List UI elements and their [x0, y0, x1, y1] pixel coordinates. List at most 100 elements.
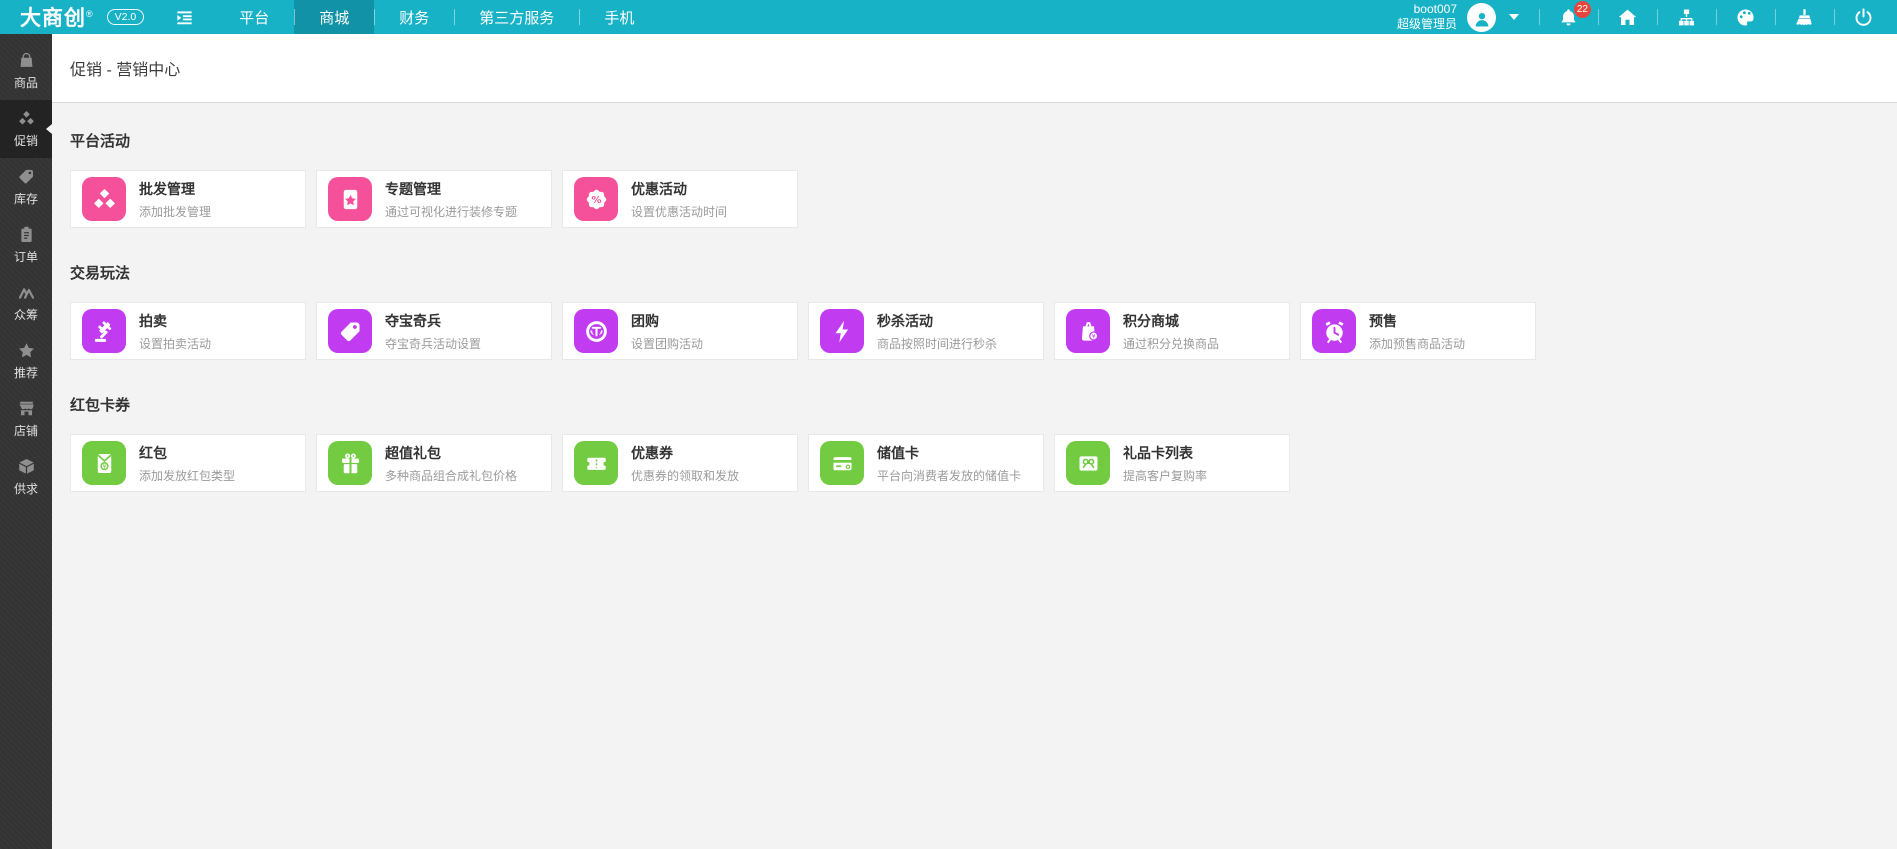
card-title: 批发管理 — [139, 179, 211, 199]
user-name: boot007 — [1397, 2, 1457, 17]
registered-mark: ® — [86, 9, 94, 19]
card-red-packet[interactable]: 红包 添加发放红包类型 — [70, 434, 306, 492]
topbar: 大商创® V2.0 平台商城财务第三方服务手机 boot007 超级管理员 22 — [0, 0, 1897, 34]
version-badge: V2.0 — [107, 9, 145, 26]
card-title: 团购 — [631, 311, 703, 331]
card-value-pack[interactable]: 超值礼包 多种商品组合成礼包价格 — [316, 434, 552, 492]
percent-icon — [583, 186, 610, 213]
card-treasure[interactable]: 夺宝奇兵 夺宝奇兵活动设置 — [316, 302, 552, 360]
store-icon — [17, 399, 36, 418]
power-icon — [1853, 7, 1874, 28]
pointsbag-icon — [1075, 318, 1102, 345]
palette-button[interactable] — [1716, 0, 1775, 34]
card-title: 预售 — [1369, 311, 1465, 331]
card-auction[interactable]: 拍卖 设置拍卖活动 — [70, 302, 306, 360]
card-desc: 夺宝奇兵活动设置 — [385, 335, 481, 352]
sidebar-toggle-button[interactable] — [172, 5, 196, 29]
palette-icon — [1735, 7, 1756, 28]
card-wholesale[interactable]: 批发管理 添加批发管理 — [70, 170, 306, 228]
cubes-icon — [91, 186, 118, 213]
card-title: 拍卖 — [139, 311, 211, 331]
card-desc: 添加批发管理 — [139, 203, 211, 220]
bolt-icon-box — [820, 309, 864, 353]
card-desc: 提高客户复购率 — [1123, 467, 1207, 484]
section: 交易玩法 拍卖 设置拍卖活动 夺宝奇兵 夺宝奇兵活动设置 团购 设置团购活动 秒… — [70, 262, 1879, 360]
sidebar-item-goods[interactable]: 商品 — [0, 42, 52, 100]
card-title: 超值礼包 — [385, 443, 517, 463]
coupon-icon — [583, 450, 610, 477]
topbar-right: boot007 超级管理员 22 — [1397, 0, 1897, 34]
cubes-icon-box — [82, 177, 126, 221]
card-desc: 设置团购活动 — [631, 335, 703, 352]
sidebar-item-shop[interactable]: 店铺 — [0, 390, 52, 448]
home-button[interactable] — [1598, 0, 1657, 34]
clipboard-icon — [17, 225, 36, 244]
card-title: 储值卡 — [877, 443, 1021, 463]
group-icon — [583, 318, 610, 345]
avatar[interactable] — [1467, 3, 1496, 32]
card-coupon[interactable]: 优惠券 优惠券的领取和发放 — [562, 434, 798, 492]
bolt-icon — [829, 318, 856, 345]
home-icon — [1617, 7, 1638, 28]
card-seckill[interactable]: 秒杀活动 商品按照时间进行秒杀 — [808, 302, 1044, 360]
envelope-icon — [91, 450, 118, 477]
card-desc: 商品按照时间进行秒杀 — [877, 335, 997, 352]
card-row: 红包 添加发放红包类型 超值礼包 多种商品组合成礼包价格 优惠券 优惠券的领取和… — [70, 434, 1879, 492]
card-desc: 设置拍卖活动 — [139, 335, 211, 352]
card-presale[interactable]: 预售 添加预售商品活动 — [1300, 302, 1536, 360]
nav-item-mobile[interactable]: 手机 — [579, 0, 659, 34]
top-navigation: 平台商城财务第三方服务手机 — [214, 0, 659, 34]
bell-button[interactable]: 22 — [1539, 0, 1598, 34]
page-body: 平台活动 批发管理 添加批发管理 专题管理 通过可视化进行装修专题 优惠活动 设… — [52, 130, 1897, 492]
card-title: 秒杀活动 — [877, 311, 997, 331]
nav-item-third-party[interactable]: 第三方服务 — [454, 0, 579, 34]
card-title: 积分商城 — [1123, 311, 1219, 331]
card-stored-card[interactable]: 储值卡 平台向消费者发放的储值卡 — [808, 434, 1044, 492]
card-groupbuy[interactable]: 团购 设置团购活动 — [562, 302, 798, 360]
giftcard-icon — [1075, 450, 1102, 477]
person-icon — [1472, 9, 1492, 29]
nav-item-mall[interactable]: 商城 — [294, 0, 374, 34]
star-icon — [17, 341, 36, 360]
power-button[interactable] — [1834, 0, 1893, 34]
user-role: 超级管理员 — [1397, 17, 1457, 32]
card-topic[interactable]: 专题管理 通过可视化进行装修专题 — [316, 170, 552, 228]
sidebar-item-inventory[interactable]: 库存 — [0, 158, 52, 216]
card-discount-activity[interactable]: 优惠活动 设置优惠活动时间 — [562, 170, 798, 228]
sidebar-item-supply[interactable]: 供求 — [0, 448, 52, 506]
sidebar-item-orders[interactable]: 订单 — [0, 216, 52, 274]
card-points-mall[interactable]: 积分商城 通过积分兑换商品 — [1054, 302, 1290, 360]
tag-icon — [17, 167, 36, 186]
page-header: 促销 - 营销中心 — [52, 34, 1897, 103]
percent-icon-box — [574, 177, 618, 221]
clock-icon — [1321, 318, 1348, 345]
giftcard-icon-box — [1066, 441, 1110, 485]
card-desc: 设置优惠活动时间 — [631, 203, 727, 220]
sitemap-icon — [1676, 7, 1697, 28]
section: 平台活动 批发管理 添加批发管理 专题管理 通过可视化进行装修专题 优惠活动 设… — [70, 130, 1879, 228]
card-title: 夺宝奇兵 — [385, 311, 481, 331]
sitemap-button[interactable] — [1657, 0, 1716, 34]
card-title: 红包 — [139, 443, 235, 463]
sidebar-item-recommend[interactable]: 推荐 — [0, 332, 52, 390]
brush-button[interactable] — [1775, 0, 1834, 34]
coupon-icon-box — [574, 441, 618, 485]
pointsbag-icon-box — [1066, 309, 1110, 353]
card-desc: 通过可视化进行装修专题 — [385, 203, 517, 220]
chevron-down-icon[interactable] — [1509, 14, 1519, 20]
card-desc: 通过积分兑换商品 — [1123, 335, 1219, 352]
user-info: boot007 超级管理员 — [1397, 2, 1457, 32]
topbar-icon-group: 22 — [1539, 0, 1897, 34]
envelope-icon-box — [82, 441, 126, 485]
card-title: 专题管理 — [385, 179, 517, 199]
notification-badge: 22 — [1574, 1, 1591, 18]
nav-item-platform[interactable]: 平台 — [214, 0, 294, 34]
card-gift-card-list[interactable]: 礼品卡列表 提高客户复购率 — [1054, 434, 1290, 492]
sidebar-item-crowdfunding[interactable]: 众筹 — [0, 274, 52, 332]
nav-item-finance[interactable]: 财务 — [374, 0, 454, 34]
section-heading: 交易玩法 — [70, 262, 1879, 283]
gavel-icon-box — [82, 309, 126, 353]
main-content: 促销 - 营销中心 平台活动 批发管理 添加批发管理 专题管理 通过可视化进行装… — [52, 34, 1897, 849]
menu-toggle-icon — [175, 8, 194, 27]
sidebar-item-promotion[interactable]: 促销 — [0, 100, 52, 158]
